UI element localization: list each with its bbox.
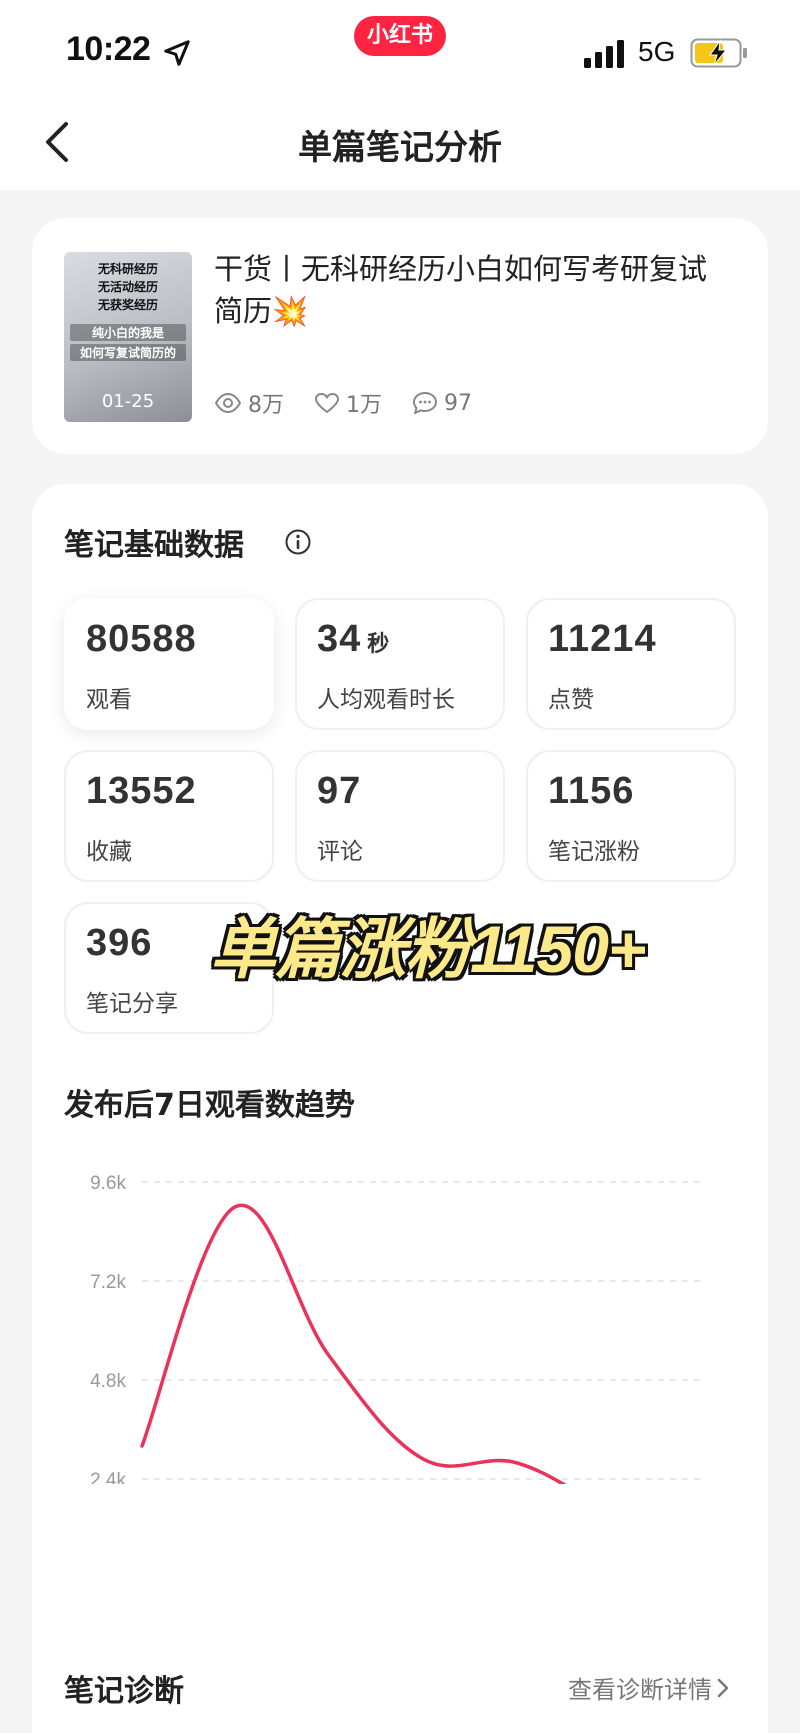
- network-type: 5G: [638, 36, 676, 67]
- note-card[interactable]: 无科研经历 无活动经历 无获奖经历 纯小白的我是 如何写复试简历的 01-25 …: [32, 218, 768, 454]
- note-date: 01-25: [101, 391, 155, 412]
- views-series-line: [140, 1203, 567, 1484]
- y-tick-label: 2.4k: [90, 1470, 126, 1484]
- note-title[interactable]: 干货丨无科研经历小白如何写考研复试简历💥: [214, 248, 734, 332]
- comments-count: 97: [444, 390, 472, 416]
- likes-count: 1万: [346, 393, 382, 418]
- y-tick-label: 9.6k: [90, 1173, 126, 1194]
- thumbnail-line: 无获奖经历: [97, 298, 158, 312]
- thumbnail-line: 无科研经历: [97, 262, 158, 276]
- diagnosis-details-link[interactable]: 查看诊断详情: [568, 1670, 734, 1705]
- app-badge: 小红书: [354, 16, 446, 56]
- views-count: 8万: [248, 393, 284, 418]
- nav-bar: 单篇笔记分析: [0, 100, 800, 190]
- cellular-signal-icon: [584, 40, 624, 68]
- chevron-right-icon: [717, 1678, 729, 1697]
- likes-stat: 1万: [314, 387, 382, 419]
- y-tick-label: 7.2k: [90, 1272, 126, 1293]
- thumbnail-line: 无活动经历: [97, 280, 158, 294]
- location-arrow-icon: [164, 40, 190, 66]
- y-tick-label: 4.8k: [90, 1371, 126, 1392]
- diagnosis-link-label: 查看诊断详情: [568, 1676, 712, 1704]
- basic-data-card: 笔记基础数据 80588 观看 34 秒 人均观看时长 11214 点赞 1355…: [32, 484, 768, 1733]
- comment-bubble-icon: [413, 392, 437, 414]
- eye-icon: [214, 392, 242, 414]
- diagnosis-title: 笔记诊断: [64, 1674, 184, 1709]
- overlay-caption: 单篇涨粉1150+: [210, 912, 646, 986]
- thumbnail-highlight: 如何写复试简历的: [70, 344, 186, 361]
- comments-stat: 97: [412, 391, 472, 416]
- status-bar: 10:22 小红书 5G: [0, 0, 800, 100]
- note-stats: 8万 1万 97: [214, 388, 502, 418]
- note-thumbnail[interactable]: 无科研经历 无活动经历 无获奖经历 纯小白的我是 如何写复试简历的 01-25: [64, 252, 192, 422]
- status-time: 10:22: [66, 30, 151, 68]
- battery-charging-icon: [690, 38, 747, 68]
- thumbnail-highlight: 纯小白的我是: [70, 324, 186, 341]
- views-stat: 8万: [214, 387, 284, 419]
- page-title: 单篇笔记分析: [298, 128, 502, 168]
- heart-icon: [315, 393, 339, 413]
